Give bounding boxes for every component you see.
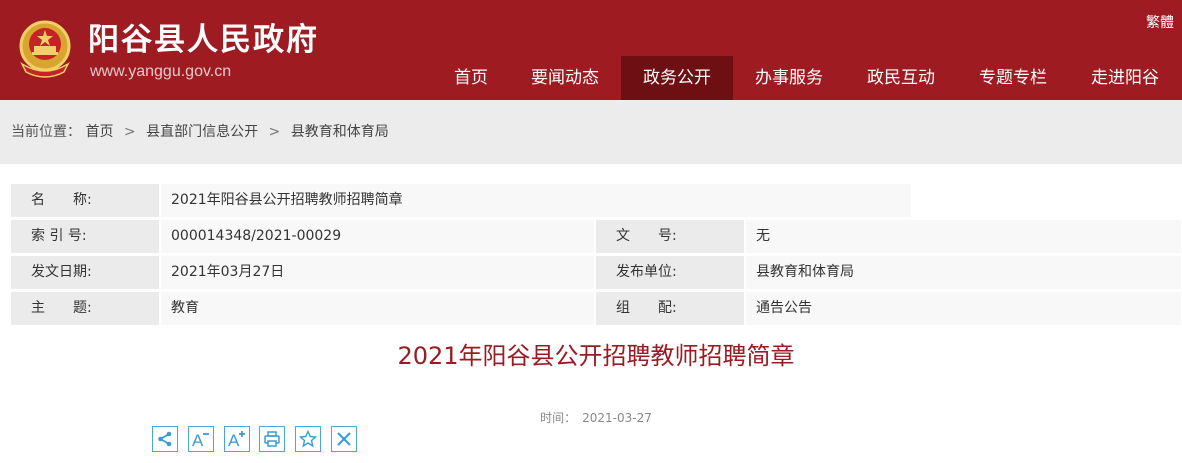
info-row-index: 索 引 号: 000014348/2021-00029 文 号: 无	[11, 220, 1181, 253]
info-row-date: 发文日期: 2021年03月27日 发布单位: 县教育和体育局	[11, 256, 1181, 289]
main-nav: 首页 要闻动态 政务公开 办事服务 政民互动 专题专栏 走进阳谷	[0, 56, 1182, 100]
nav-item-news[interactable]: 要闻动态	[512, 56, 618, 100]
svg-text:A: A	[192, 431, 204, 448]
site-name[interactable]: 阳谷县人民政府	[88, 20, 319, 60]
nav-item-gov-affairs[interactable]: 政务公开	[621, 56, 733, 100]
index-value: 000014348/2021-00029	[161, 220, 594, 253]
favorite-icon	[299, 430, 317, 448]
date-value: 2021年03月27日	[161, 256, 594, 289]
nav-item-interaction[interactable]: 政民互动	[846, 56, 956, 100]
category-label: 组 配:	[596, 292, 744, 325]
breadcrumb-dept-info-link[interactable]: 县直部门信息公开	[146, 124, 258, 140]
date-label: 发文日期:	[11, 256, 159, 289]
site-header: 阳谷县人民政府 www.yanggu.gov.cn 繁體 首页 要闻动态 政务公…	[0, 0, 1182, 100]
info-row-topic: 主 题: 教育 组 配: 通告公告	[11, 292, 1181, 325]
font-increase-icon: A	[228, 431, 245, 448]
article-time: 时间： 2021-03-27	[0, 410, 1182, 426]
breadcrumb-separator: >	[123, 124, 136, 140]
time-label: 时间：	[540, 411, 577, 425]
font-increase-button[interactable]: A	[224, 426, 250, 452]
traditional-chinese-toggle[interactable]: 繁體	[1146, 14, 1174, 32]
time-value: 2021-03-27	[582, 411, 652, 425]
breadcrumb-separator: >	[268, 124, 281, 140]
breadcrumb-prefix: 当前位置：	[11, 124, 81, 140]
name-value: 2021年阳谷县公开招聘教师招聘简章	[161, 184, 911, 217]
category-value: 通告公告	[746, 292, 1181, 325]
font-decrease-button[interactable]: A	[188, 426, 214, 452]
docno-value: 无	[746, 220, 1181, 253]
publisher-label: 发布单位:	[596, 256, 744, 289]
close-button[interactable]	[331, 426, 357, 452]
name-label: 名 称:	[11, 184, 159, 217]
close-icon	[337, 432, 351, 446]
print-icon	[264, 431, 280, 447]
info-row-name: 名 称: 2021年阳谷县公开招聘教师招聘简章	[11, 184, 911, 217]
topic-value: 教育	[161, 292, 594, 325]
topic-label: 主 题:	[11, 292, 159, 325]
breadcrumb-home-link[interactable]: 首页	[85, 124, 113, 140]
nav-item-topics[interactable]: 专题专栏	[958, 56, 1068, 100]
nav-item-services[interactable]: 办事服务	[735, 56, 843, 100]
share-button[interactable]	[152, 426, 178, 452]
share-icon	[158, 431, 172, 447]
breadcrumb-education-bureau-link[interactable]: 县教育和体育局	[291, 124, 389, 140]
publisher-value: 县教育和体育局	[746, 256, 1181, 289]
svg-text:A: A	[228, 431, 240, 448]
favorite-button[interactable]	[295, 426, 321, 452]
article-title: 2021年阳谷县公开招聘教师招聘简章	[397, 342, 795, 370]
nav-item-about[interactable]: 走进阳谷	[1071, 56, 1179, 100]
breadcrumb: 当前位置： 首页 > 县直部门信息公开 > 县教育和体育局	[0, 100, 1182, 164]
print-button[interactable]	[259, 426, 285, 452]
index-label: 索 引 号:	[11, 220, 159, 253]
docno-label: 文 号:	[596, 220, 744, 253]
font-decrease-icon: A	[192, 431, 209, 448]
nav-item-home[interactable]: 首页	[432, 56, 510, 100]
